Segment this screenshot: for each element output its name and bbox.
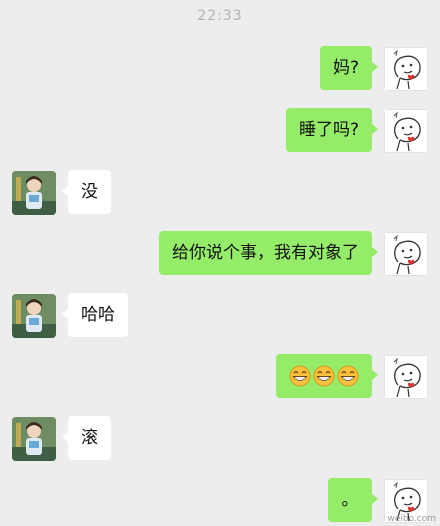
- message-bubble[interactable]: 。: [328, 478, 378, 522]
- grinning-face-emoji-icon: [289, 365, 311, 387]
- my-avatar[interactable]: [384, 232, 428, 276]
- message-row-mine: 给你说个事，我有对象了: [0, 231, 440, 277]
- emoji-group: [289, 365, 359, 387]
- timestamp: 22:33: [197, 8, 243, 24]
- person-photo-avatar-icon: [12, 171, 56, 215]
- contact-avatar[interactable]: [12, 294, 56, 338]
- my-avatar[interactable]: [384, 47, 428, 91]
- person-photo-avatar-icon: [12, 294, 56, 338]
- emoji-message-bubble[interactable]: [276, 354, 378, 398]
- doodle-face-icon: [384, 47, 428, 91]
- message-bubble[interactable]: 妈?: [319, 46, 379, 90]
- contact-avatar[interactable]: [12, 171, 56, 215]
- message-bubble[interactable]: 滚: [62, 416, 111, 460]
- message-bubble[interactable]: 给你说个事，我有对象了: [159, 231, 378, 275]
- my-avatar[interactable]: [384, 355, 428, 399]
- grinning-face-emoji-icon: [313, 365, 335, 387]
- message-bubble[interactable]: 哈哈: [62, 293, 128, 337]
- my-avatar[interactable]: [384, 109, 428, 153]
- message-row-mine: [0, 354, 440, 400]
- message-bubble[interactable]: 睡了吗?: [285, 108, 379, 152]
- grinning-face-emoji-icon: [337, 365, 359, 387]
- message-row-theirs: 哈哈: [0, 293, 440, 339]
- doodle-face-icon: [384, 355, 428, 399]
- message-bubble[interactable]: 没: [62, 170, 111, 214]
- doodle-face-icon: [384, 109, 428, 153]
- person-photo-avatar-icon: [12, 417, 56, 461]
- message-row-mine: 妈?: [0, 46, 440, 92]
- message-row-theirs: 滚: [0, 416, 440, 462]
- message-row-mine: 睡了吗?: [0, 108, 440, 154]
- watermark: weibo.com: [387, 514, 436, 524]
- doodle-face-icon: [384, 232, 428, 276]
- message-row-theirs: 没: [0, 170, 440, 216]
- message-row-mine: 。: [0, 478, 440, 524]
- contact-avatar[interactable]: [12, 417, 56, 461]
